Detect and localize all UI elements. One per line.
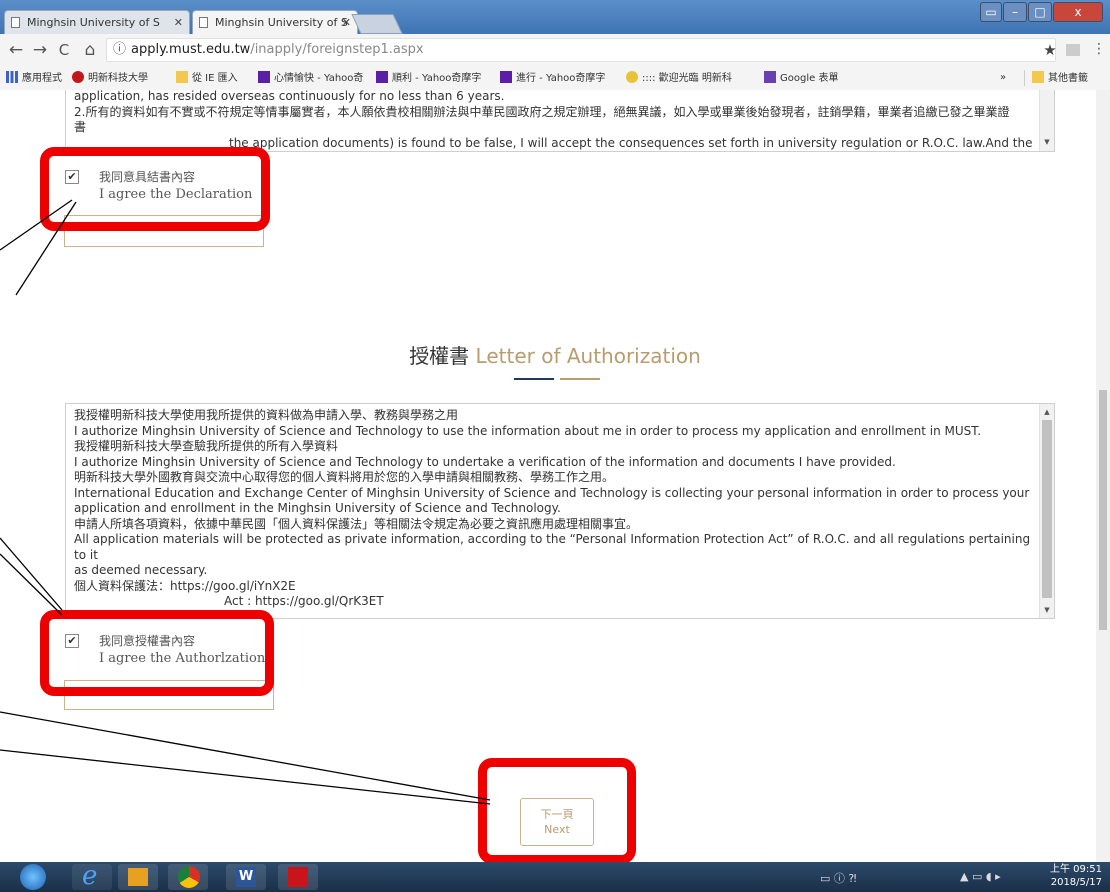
page-content: application, has resided overseas contin… <box>0 90 1110 862</box>
apps-grid-icon <box>6 71 18 83</box>
annotation-lines <box>0 199 491 805</box>
divider <box>1024 70 1025 86</box>
bookmark-label: :::: 歡迎光臨 明新科 <box>642 73 732 84</box>
tab-label: Minghsin University of S <box>27 16 160 29</box>
bookmarks-overflow-icon[interactable]: » <box>1000 71 1006 85</box>
windows-start-icon[interactable] <box>20 864 46 890</box>
bookmark-label: 應用程式 <box>22 73 62 84</box>
yahoo-icon <box>258 71 270 83</box>
tray-icons[interactable]: ▭ ⓘ ⁈ <box>820 870 874 885</box>
browser-tab[interactable]: Minghsin University of S ✕ <box>4 10 190 34</box>
annotation-line <box>0 553 63 616</box>
taskbar-clock[interactable]: 上午 09:51 2018/5/17 <box>1050 863 1102 889</box>
restore-user-icon[interactable]: ▭ <box>980 2 1002 22</box>
bookmark-school[interactable]: 明新科技大學 <box>72 71 148 85</box>
bookmark-star-icon[interactable]: ★ <box>1040 40 1060 60</box>
annotation-line <box>0 749 491 805</box>
page-scrollbar[interactable] <box>1096 90 1110 862</box>
bookmark-label: 順利 - Yahoo奇摩字 <box>392 73 482 84</box>
menu-icon[interactable]: ⋮ <box>1092 41 1106 57</box>
bookmark-label: 從 IE 匯入 <box>192 73 238 84</box>
bookmark-yahoo-3[interactable]: 進行 - Yahoo奇摩字 <box>500 71 605 85</box>
word-icon[interactable]: W <box>226 864 266 890</box>
url-path: /inapply/foreignstep1.aspx <box>250 42 424 57</box>
tab-label: Minghsin University of S <box>215 16 348 29</box>
close-tab-icon[interactable]: ✕ <box>342 11 351 34</box>
annotation-line <box>0 711 491 801</box>
browser-tab-active[interactable]: Minghsin University of S ✕ <box>192 10 358 34</box>
other-bookmarks[interactable]: 其他書籤 <box>1032 71 1088 85</box>
minimize-button[interactable]: – <box>1003 2 1027 22</box>
annotation-line <box>15 201 77 296</box>
close-window-button[interactable]: x <box>1053 2 1103 22</box>
bookmark-ie-import[interactable]: 從 IE 匯入 <box>176 71 238 85</box>
yahoo-icon <box>376 71 388 83</box>
acrobat-icon[interactable] <box>278 864 318 890</box>
annotation-line <box>0 537 63 611</box>
bookmark-yahoo-1[interactable]: 心情愉快 - Yahoo奇 <box>258 71 363 85</box>
url-host: apply.must.edu.tw <box>131 42 251 57</box>
outlook-icon[interactable] <box>118 864 158 890</box>
bookmarks-bar: 應用程式 明新科技大學 從 IE 匯入 心情愉快 - Yahoo奇 順利 - Y… <box>0 66 1110 91</box>
clock-date: 2018/5/17 <box>1050 877 1102 888</box>
emoji-icon <box>626 71 638 83</box>
bookmark-label: 心情愉快 - Yahoo奇 <box>274 73 364 84</box>
page-icon <box>11 17 20 28</box>
system-tray-icons[interactable]: ▲ ▭ ◖ ▸ <box>960 870 1030 884</box>
new-tab-button[interactable] <box>351 14 403 34</box>
browser-tabstrip: Minghsin University of S ✕ Minghsin Univ… <box>0 0 1110 34</box>
bookmark-google-forms[interactable]: Google 表單 <box>764 71 838 85</box>
page-scroll-thumb[interactable] <box>1099 390 1107 630</box>
bookmark-yahoo-2[interactable]: 順利 - Yahoo奇摩字 <box>376 71 481 85</box>
reload-icon[interactable]: C <box>54 40 74 60</box>
address-bar[interactable]: ⓘ apply.must.edu.tw/inapply/foreignstep1… <box>106 38 1056 62</box>
yahoo-icon <box>500 71 512 83</box>
close-tab-icon[interactable]: ✕ <box>174 11 183 34</box>
home-icon[interactable]: ⌂ <box>80 40 100 60</box>
bookmark-welcome[interactable]: :::: 歡迎光臨 明新科 <box>626 71 732 85</box>
bookmark-label: 進行 - Yahoo奇摩字 <box>516 73 606 84</box>
internet-explorer-icon[interactable]: e <box>72 861 112 891</box>
windows-taskbar: e W ▭ ⓘ ⁈ ▲ ▭ ◖ ▸ 上午 09:51 2018/5/17 <box>0 861 1110 892</box>
bookmark-label: Google 表單 <box>780 73 839 84</box>
school-logo-icon <box>72 71 84 83</box>
info-icon[interactable]: ⓘ <box>113 39 126 61</box>
folder-icon <box>1032 71 1044 83</box>
page-icon <box>199 17 208 28</box>
clock-time: 上午 09:51 <box>1050 864 1102 875</box>
extension-icon[interactable] <box>1066 44 1080 56</box>
bookmark-apps[interactable]: 應用程式 <box>6 71 62 85</box>
google-forms-icon <box>764 71 776 83</box>
bookmark-label: 其他書籤 <box>1048 73 1088 84</box>
folder-icon <box>176 71 188 83</box>
maximize-button[interactable]: □ <box>1028 2 1052 22</box>
forward-icon[interactable]: → <box>30 40 50 60</box>
back-icon[interactable]: ← <box>6 40 26 60</box>
bookmark-label: 明新科技大學 <box>88 73 148 84</box>
chrome-icon[interactable] <box>168 864 208 890</box>
browser-toolbar: ← → C ⌂ ⓘ apply.must.edu.tw/inapply/fore… <box>0 34 1110 66</box>
